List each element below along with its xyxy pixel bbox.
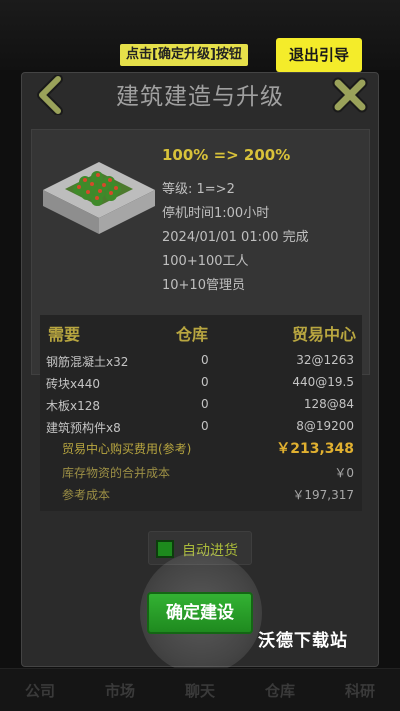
- watermark: 沃德下载站: [258, 631, 348, 651]
- material-name: 砖块x440: [46, 377, 101, 391]
- material-name: 建筑预构件x8: [46, 421, 121, 435]
- dialog-header: 建筑建造与升级: [22, 73, 378, 119]
- summary-value: ￥0: [334, 466, 354, 480]
- tab-warehouse: 仓库: [264, 681, 295, 700]
- managers: 10+10管理员: [162, 278, 245, 293]
- guide-hint-label: 点击[确定升级]按钮: [120, 44, 248, 66]
- close-icon[interactable]: [332, 77, 368, 113]
- level-change: 等级: 1=>2: [162, 182, 235, 197]
- workers: 100+100工人: [162, 254, 249, 269]
- table-row: 木板x128 0 128@84: [40, 393, 362, 415]
- trade-price: 440@19.5: [292, 375, 354, 389]
- header-required: 需要: [48, 325, 81, 344]
- material-name: 钢筋混凝土x32: [46, 355, 129, 369]
- reference-cost-row: 参考成本 ￥197,317: [40, 483, 362, 505]
- summary-label: 参考成本: [62, 488, 111, 502]
- summary-label: 库存物资的合并成本: [62, 466, 171, 480]
- header-warehouse: 仓库: [176, 325, 209, 344]
- trade-price: 128@84: [303, 397, 354, 411]
- efficiency-change: 100% => 200%: [162, 146, 291, 164]
- table-row: 砖块x440 0 440@19.5: [40, 371, 362, 393]
- background-tab-bar: 公司 市场 聊天 仓库 科研: [0, 668, 400, 711]
- confirm-build-button[interactable]: 确定建设: [147, 592, 253, 634]
- tab-research: 科研: [344, 681, 375, 700]
- trade-purchase-cost-row: 贸易中心购买费用(参考) ￥213,348: [40, 437, 362, 459]
- warehouse-qty: 0: [201, 353, 209, 367]
- inventory-cost-row: 库存物资的合并成本 ￥0: [40, 461, 362, 483]
- completion-time: 2024/01/01 01:00 完成: [162, 230, 309, 245]
- trade-price: 8@19200: [296, 419, 354, 433]
- exit-guide-button[interactable]: 退出引导: [276, 38, 362, 72]
- trade-price: 32@1263: [296, 353, 354, 367]
- warehouse-qty: 0: [201, 375, 209, 389]
- tab-chat: 聊天: [184, 681, 215, 700]
- auto-purchase-checkbox[interactable]: [156, 540, 174, 558]
- farm-building-image: [39, 158, 159, 242]
- warehouse-qty: 0: [201, 419, 209, 433]
- summary-value: ￥213,348: [276, 441, 354, 457]
- cost-table: 需要 仓库 贸易中心 钢筋混凝土x32 0 32@1263 砖块x440 0 4…: [40, 315, 362, 511]
- material-name: 木板x128: [46, 399, 101, 413]
- table-row: 钢筋混凝土x32 0 32@1263: [40, 349, 362, 371]
- warehouse-qty: 0: [201, 397, 209, 411]
- dialog-title: 建筑建造与升级: [116, 84, 284, 110]
- header-trade-center: 贸易中心: [291, 325, 356, 344]
- tab-market: 市场: [104, 681, 135, 700]
- summary-value: ￥197,317: [292, 488, 354, 502]
- table-row: 建筑预构件x8 0 8@19200: [40, 415, 362, 437]
- summary-label: 贸易中心购买费用(参考): [62, 442, 192, 456]
- tab-company: 公司: [24, 681, 55, 700]
- downtime: 停机时间1:00小时: [162, 206, 270, 221]
